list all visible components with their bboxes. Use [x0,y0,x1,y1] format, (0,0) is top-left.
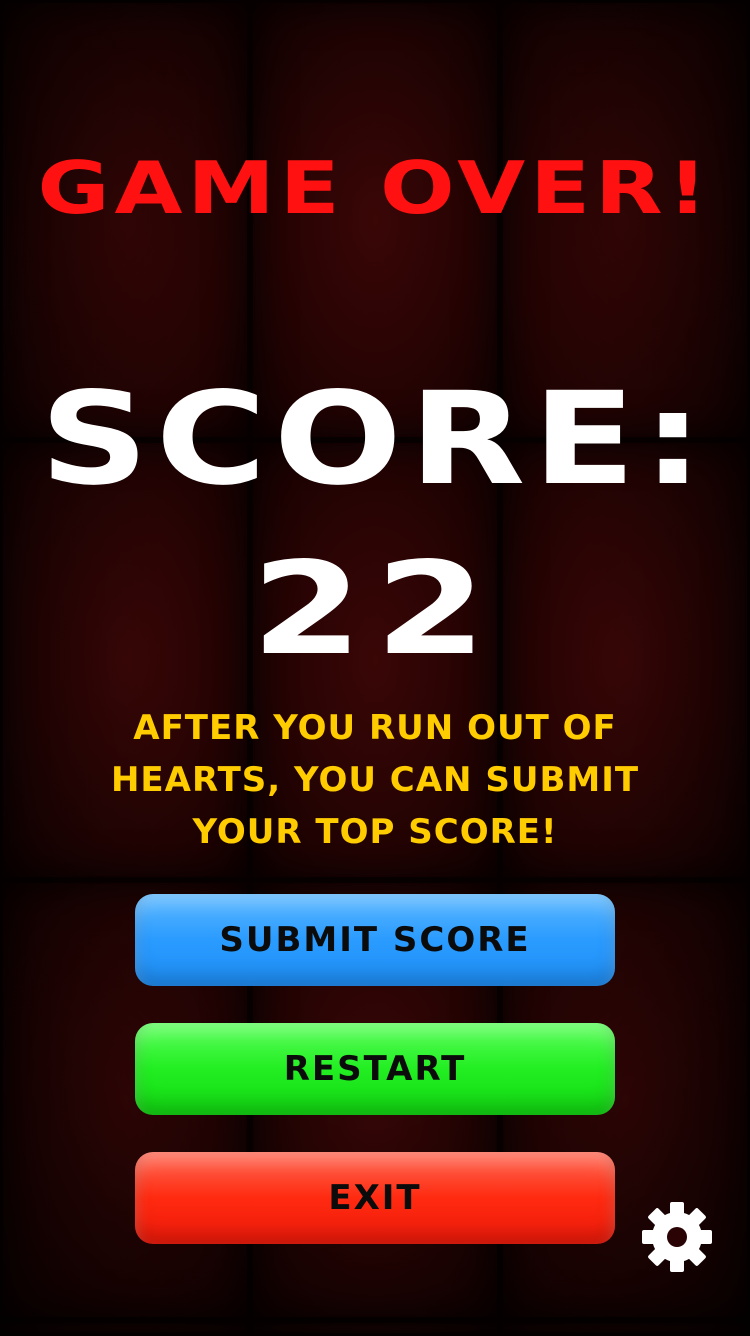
background-tile [0,1320,250,1336]
game-over-screen: GAME OVER! SCORE: 22 AFTER YOU RUN OUT O… [0,0,750,1336]
gear-icon[interactable] [640,1200,714,1274]
background-tile [250,1320,500,1336]
exit-button[interactable]: EXIT [135,1152,615,1244]
score-value: 22 [251,535,499,684]
submit-score-button[interactable]: SUBMIT SCORE [135,894,615,986]
background-tile [500,1320,750,1336]
game-over-title: GAME OVER! [37,146,713,230]
score-label: SCORE: [39,365,711,514]
restart-button[interactable]: RESTART [135,1023,615,1115]
submit-hint-text: AFTER YOU RUN OUT OF HEARTS, YOU CAN SUB… [110,708,640,852]
